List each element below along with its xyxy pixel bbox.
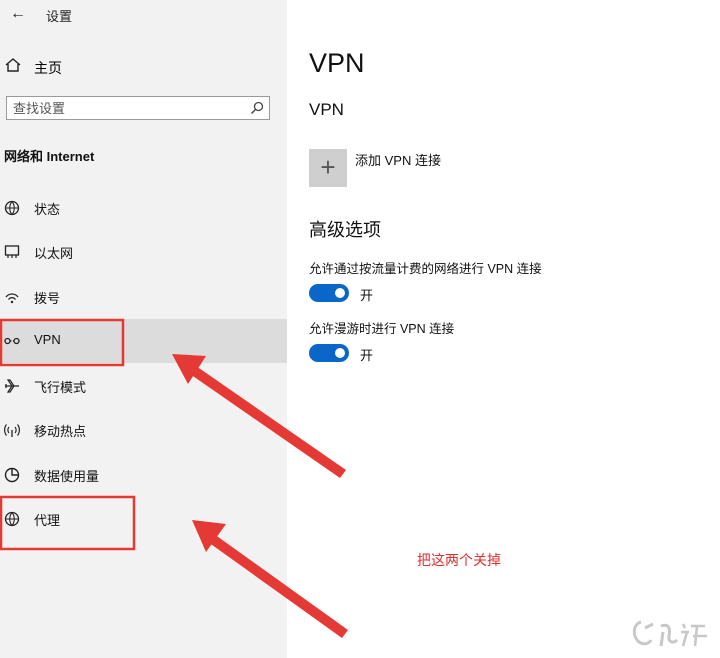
plus-icon: + [320,152,336,182]
add-vpn-button[interactable]: + [309,149,347,187]
search-box[interactable] [6,96,270,120]
site-logo-watermark [632,620,707,647]
toggle-knob [335,288,345,298]
data-usage-icon [4,467,20,483]
globe-icon [4,511,20,527]
globe-status-icon [4,200,20,216]
dialup-icon [5,293,19,304]
search-icon[interactable] [249,100,265,116]
section-title-vpn: VPN [309,100,344,119]
metered-network-toggle-state: 开 [360,288,374,303]
sidebar-item-proxy[interactable]: 代理 [0,497,287,541]
sidebar: ← 设置 主页 网络和 Internet 状态 以太网 拨号 [0,0,287,658]
metered-network-toggle[interactable] [309,284,349,302]
sidebar-item-label: 以太网 [34,246,74,261]
ethernet-icon [4,245,20,258]
sidebar-item-label: VPN [34,332,61,347]
sidebar-item-label: 移动热点 [34,424,87,439]
home-icon[interactable] [4,56,22,74]
sidebar-item-data-usage[interactable]: 数据使用量 [0,453,287,497]
sidebar-item-label: 拨号 [34,291,61,306]
sidebar-item-dialup[interactable]: 拨号 [0,275,287,319]
vpn-icon [4,337,20,345]
sidebar-item-vpn[interactable]: VPN [0,319,287,363]
section-heading: 网络和 Internet [4,149,95,164]
sidebar-item-label: 数据使用量 [34,469,100,484]
add-vpn-label[interactable]: 添加 VPN 连接 [355,150,441,169]
sidebar-item-ethernet[interactable]: 以太网 [0,230,287,274]
roaming-toggle[interactable] [309,344,349,362]
back-arrow-icon[interactable]: ← [6,2,30,26]
sidebar-item-label: 飞行模式 [34,380,87,395]
roaming-toggle-state: 开 [360,348,374,363]
main-panel: VPN VPN + 添加 VPN 连接 高级选项 允许通过按流量计费的网络进行 … [287,0,720,658]
airplane-icon [5,379,19,393]
hotspot-icon [4,424,20,437]
search-input[interactable] [7,97,243,119]
advanced-options-title: 高级选项 [309,220,381,240]
home-link[interactable]: 主页 [34,58,62,78]
sidebar-item-hotspot[interactable]: 移动热点 [0,408,287,452]
sidebar-item-label: 代理 [34,513,61,528]
sidebar-item-status[interactable]: 状态 [0,186,287,230]
sidebar-item-label: 状态 [34,202,61,217]
toggle-knob [335,348,345,358]
app-title: 设置 [46,9,73,24]
annotation-note: 把这两个关掉 [417,552,501,568]
metered-network-option-label: 允许通过按流量计费的网络进行 VPN 连接 [309,262,542,276]
page-title: VPN [309,48,365,78]
roaming-option-label: 允许漫游时进行 VPN 连接 [309,322,455,336]
sidebar-item-airplane[interactable]: 飞行模式 [0,364,287,408]
